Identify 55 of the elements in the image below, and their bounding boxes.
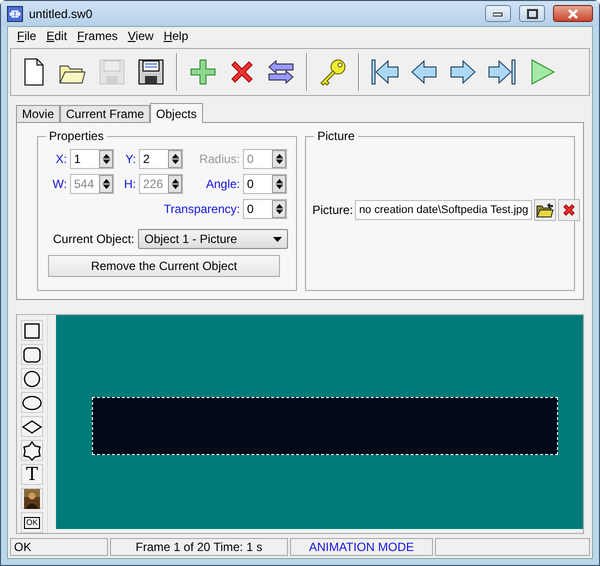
- field-label: H:: [123, 177, 137, 191]
- number-field[interactable]: 1: [70, 149, 114, 169]
- field-label: Transparency:: [162, 202, 241, 216]
- field-label: W:: [52, 177, 68, 191]
- diamond-tool[interactable]: [21, 416, 43, 437]
- spin-buttons[interactable]: [272, 175, 286, 193]
- number-field[interactable]: 0: [243, 199, 287, 219]
- field-label: X:: [54, 152, 68, 166]
- browse-button[interactable]: [534, 199, 556, 221]
- menu-item[interactable]: Edit: [41, 29, 72, 43]
- button-tool[interactable]: OK: [21, 512, 43, 533]
- tab[interactable]: Objects: [150, 103, 203, 123]
- window-title: untitled.sw0: [29, 6, 94, 20]
- menu-item[interactable]: Help: [158, 29, 194, 43]
- status-text: Frame 1 of 20 Time: 1 s: [110, 538, 288, 556]
- picture-path-field[interactable]: no creation date\Softpedia Test.jpg: [355, 200, 532, 220]
- clear-button[interactable]: [558, 199, 580, 221]
- field-label: Radius:: [198, 152, 241, 166]
- field-label: Angle:: [204, 177, 241, 191]
- spin-buttons[interactable]: [99, 150, 113, 168]
- status-text: OK: [10, 538, 108, 556]
- picture-tool[interactable]: [21, 488, 43, 509]
- field-label: Y:: [124, 152, 137, 166]
- close-button[interactable]: [553, 5, 593, 22]
- menu-item[interactable]: Frames: [72, 29, 123, 43]
- menu-item[interactable]: File: [12, 29, 42, 43]
- tab[interactable]: Movie: [16, 105, 60, 122]
- field-label: Picture:: [312, 203, 354, 217]
- maximize-button[interactable]: [519, 5, 545, 22]
- object-dropdown[interactable]: Object 1 - Picture: [138, 229, 288, 249]
- picture-object[interactable]: [92, 397, 558, 455]
- group-title: Picture: [316, 129, 356, 143]
- remove-object-button[interactable]: Remove the Current Object: [48, 255, 280, 277]
- caret-icon: [273, 236, 282, 242]
- ellipse-tool[interactable]: [21, 392, 43, 413]
- spin-buttons[interactable]: [272, 200, 286, 218]
- text-tool[interactable]: T: [21, 464, 43, 485]
- menu-item[interactable]: View: [122, 29, 159, 43]
- tab[interactable]: Current Frame: [60, 105, 150, 122]
- circle-tool[interactable]: [21, 368, 43, 389]
- number-field[interactable]: 2: [139, 149, 183, 169]
- maximize-icon: [526, 8, 538, 18]
- delete-icon: [562, 203, 576, 217]
- number-field[interactable]: 0: [243, 174, 287, 194]
- minimize-button[interactable]: [485, 5, 511, 22]
- spin-buttons[interactable]: [168, 150, 182, 168]
- folder-icon: [536, 202, 554, 218]
- rectangle-tool[interactable]: [21, 320, 43, 341]
- status-text: ANIMATION MODE: [290, 538, 433, 556]
- close-icon: [568, 8, 578, 18]
- star-tool[interactable]: [21, 440, 43, 461]
- group-title: Properties: [48, 129, 105, 143]
- rounded-rectangle-tool[interactable]: [21, 344, 43, 365]
- field-label: Current Object:: [53, 232, 134, 246]
- app-icon: [7, 6, 23, 22]
